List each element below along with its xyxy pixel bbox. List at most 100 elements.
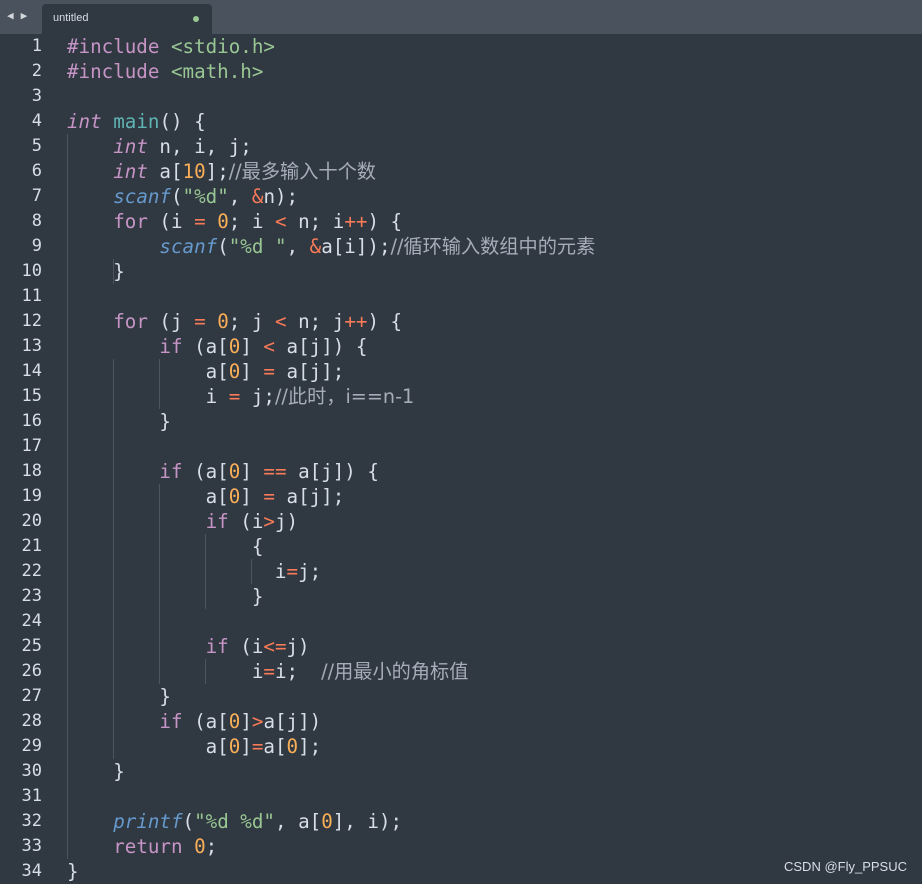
code-token: ; i bbox=[228, 210, 275, 233]
code-text: i=i; //用最小的角标值 bbox=[67, 659, 469, 684]
code-line[interactable]: 28 if (a[0]>a[j]) bbox=[0, 709, 922, 734]
code-token: = bbox=[286, 560, 299, 583]
line-number: 31 bbox=[21, 786, 42, 806]
code-token: ] bbox=[240, 460, 264, 483]
code-text: { bbox=[67, 534, 264, 559]
code-line[interactable]: 7 scanf("%d", &n); bbox=[0, 184, 922, 209]
code-token: a[ bbox=[67, 360, 229, 383]
code-token: if bbox=[159, 335, 183, 358]
code-token: ( bbox=[217, 235, 229, 258]
nav-forward-icon[interactable]: ▶ bbox=[21, 9, 28, 23]
code-line[interactable]: 3 bbox=[0, 84, 922, 109]
code-line[interactable]: 9 scanf("%d ", &a[i]);//循环输入数组中的元素 bbox=[0, 234, 922, 259]
code-line[interactable]: 15 i = j;//此时，i==n-1 bbox=[0, 384, 922, 409]
line-number: 2 bbox=[31, 61, 42, 81]
code-line[interactable]: 32 printf("%d %d", a[0], i); bbox=[0, 809, 922, 834]
code-token: for bbox=[113, 310, 148, 333]
code-token: < bbox=[275, 310, 287, 333]
code-line[interactable]: 6 int a[10];//最多输入十个数 bbox=[0, 159, 922, 184]
code-token: ) { bbox=[367, 210, 403, 233]
code-line[interactable]: 30 } bbox=[0, 759, 922, 784]
code-editor[interactable]: 1 #include <stdio.h> 2 #include <math.h> 3 4 i… bbox=[0, 34, 922, 884]
code-token: 0 bbox=[228, 735, 241, 758]
code-token: 0 bbox=[228, 485, 241, 508]
code-line[interactable]: 11 bbox=[0, 284, 922, 309]
code-token: a[j]; bbox=[274, 485, 345, 508]
code-token: i; bbox=[274, 660, 322, 683]
line-number: 3 bbox=[31, 86, 42, 106]
code-token: , bbox=[228, 185, 252, 208]
code-text: } bbox=[67, 759, 125, 784]
code-line[interactable]: 26 i=i; //用最小的角标值 bbox=[0, 659, 922, 684]
code-line[interactable]: 21 { bbox=[0, 534, 922, 559]
code-text: i=j; bbox=[67, 559, 321, 584]
line-number: 15 bbox=[21, 386, 42, 406]
code-text: } bbox=[67, 684, 171, 709]
code-token: a[j]) { bbox=[286, 460, 379, 483]
code-line[interactable]: 1 #include <stdio.h> bbox=[0, 34, 922, 59]
code-line[interactable]: 2 #include <math.h> bbox=[0, 59, 922, 84]
code-token: int bbox=[113, 135, 148, 158]
code-line[interactable]: 22 i=j; bbox=[0, 559, 922, 584]
code-line[interactable]: 12 for (j = 0; j < n; j++) { bbox=[0, 309, 922, 334]
code-line[interactable]: 29 a[0]=a[0]; bbox=[0, 734, 922, 759]
code-token: if bbox=[159, 460, 183, 483]
code-token: a[ bbox=[263, 735, 287, 758]
line-number: 13 bbox=[21, 336, 42, 356]
line-number: 10 bbox=[21, 261, 42, 281]
code-text: if (a[0] < a[j]) { bbox=[67, 334, 367, 359]
code-line[interactable]: 8 for (i = 0; i < n; i++) { bbox=[0, 209, 922, 234]
code-token: < bbox=[275, 210, 287, 233]
code-token: ) { bbox=[367, 310, 403, 333]
code-line[interactable]: 14 a[0] = a[j]; bbox=[0, 359, 922, 384]
line-number: 5 bbox=[31, 136, 42, 156]
code-token: = bbox=[251, 735, 264, 758]
code-line[interactable]: 10 } bbox=[0, 259, 922, 284]
line-number: 17 bbox=[21, 436, 42, 456]
code-text: int a[10];//最多输入十个数 bbox=[67, 159, 376, 184]
line-number: 12 bbox=[21, 311, 42, 331]
code-line[interactable]: 4 int main() { bbox=[0, 109, 922, 134]
code-text: printf("%d %d", a[0], i); bbox=[67, 809, 402, 834]
code-line[interactable]: 20 if (i>j) bbox=[0, 509, 922, 534]
code-line[interactable]: 16 } bbox=[0, 409, 922, 434]
code-token: { bbox=[67, 535, 264, 558]
code-text: scanf("%d ", &a[i]);//循环输入数组中的元素 bbox=[67, 234, 595, 259]
code-line[interactable]: 23 } bbox=[0, 584, 922, 609]
code-line[interactable]: 13 if (a[0] < a[j]) { bbox=[0, 334, 922, 359]
line-number: 4 bbox=[31, 111, 42, 131]
code-token: } bbox=[67, 410, 171, 433]
line-number: 24 bbox=[21, 611, 42, 631]
code-token: ; bbox=[205, 835, 218, 858]
code-line[interactable]: 25 if (i<=j) bbox=[0, 634, 922, 659]
code-line[interactable]: 18 if (a[0] == a[j]) { bbox=[0, 459, 922, 484]
line-number: 22 bbox=[21, 561, 42, 581]
code-line[interactable]: 5 int n, i, j; bbox=[0, 134, 922, 159]
unsaved-dot-icon[interactable] bbox=[193, 16, 199, 22]
code-text: if (a[0] == a[j]) { bbox=[67, 459, 379, 484]
code-token: int bbox=[113, 160, 148, 183]
code-token: if bbox=[159, 710, 183, 733]
code-line[interactable]: 19 a[0] = a[j]; bbox=[0, 484, 922, 509]
code-text: #include <stdio.h> bbox=[67, 34, 275, 59]
nav-back-icon[interactable]: ◀ bbox=[7, 9, 14, 23]
code-token: 0 bbox=[217, 210, 229, 233]
code-token: a[j]) { bbox=[274, 335, 368, 358]
code-line[interactable]: 31 bbox=[0, 784, 922, 809]
code-token: a[j]) bbox=[263, 710, 322, 733]
code-text: scanf("%d", &n); bbox=[67, 184, 298, 209]
code-text: a[0] = a[j]; bbox=[67, 484, 345, 509]
code-token: 0 bbox=[217, 310, 229, 333]
code-line[interactable]: 27 } bbox=[0, 684, 922, 709]
tab-untitled[interactable]: untitled bbox=[42, 4, 212, 34]
code-line[interactable]: 33 return 0; bbox=[0, 834, 922, 859]
line-number: 9 bbox=[31, 236, 42, 256]
code-line[interactable]: 17 bbox=[0, 434, 922, 459]
code-token: } bbox=[67, 685, 171, 708]
code-line[interactable]: 24 bbox=[0, 609, 922, 634]
code-token: & bbox=[309, 235, 322, 258]
